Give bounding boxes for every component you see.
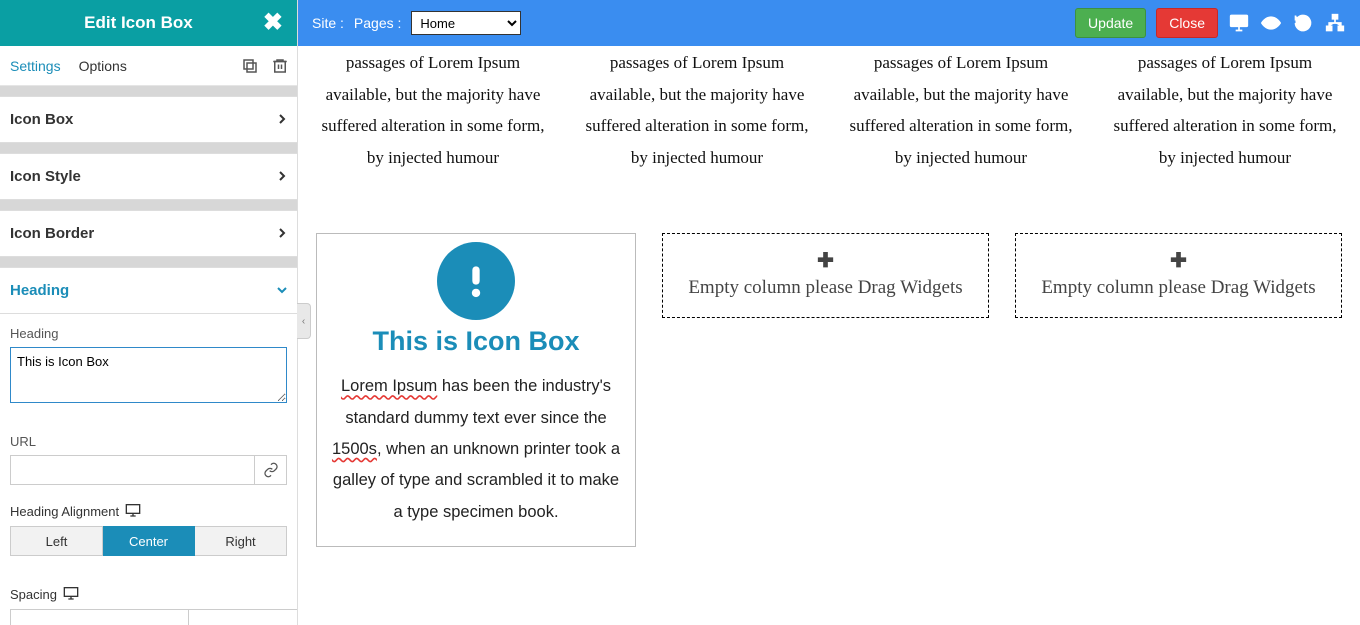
empty-column-text: Empty column please Drag Widgets xyxy=(1028,277,1329,299)
sidebar-header: Edit Icon Box ✖ xyxy=(0,0,297,46)
site-label: Site : xyxy=(312,15,344,31)
accordion-heading[interactable]: Heading xyxy=(0,267,297,314)
sidebar-tabs: Settings Options xyxy=(0,46,297,86)
canvas[interactable]: There are many variations of passages of… xyxy=(298,46,1360,625)
align-left-button[interactable]: Left xyxy=(10,526,103,556)
pages-select[interactable]: Home xyxy=(411,11,521,35)
desktop-icon xyxy=(63,586,79,603)
tab-options[interactable]: Options xyxy=(77,48,129,84)
accordion-heading-body: Heading URL Heading Alignment Left Cente… xyxy=(0,314,297,625)
underlined-text: 1500s xyxy=(332,440,377,458)
iconbox-description: Lorem Ipsum has been the industry's stan… xyxy=(327,371,625,528)
spacing-input-1[interactable] xyxy=(10,609,189,625)
panel-scroll[interactable]: Icon Box Icon Style Icon Border Heading … xyxy=(0,86,297,625)
accordion-label: Icon Style xyxy=(10,168,81,185)
topbar: Site : Pages : Home Update Close xyxy=(298,0,1360,46)
accordion-icon-border[interactable]: Icon Border xyxy=(0,210,297,257)
alignment-segment: Left Center Right xyxy=(10,526,287,556)
spacing-label: Spacing xyxy=(10,586,287,603)
exclamation-circle-icon xyxy=(437,242,515,320)
pages-label: Pages : xyxy=(354,15,401,31)
heading-input[interactable] xyxy=(10,347,287,403)
url-field-label: URL xyxy=(10,434,287,449)
sidebar: Edit Icon Box ✖ Settings Options Icon Bo… xyxy=(0,0,298,625)
lorem-column[interactable]: There are many variations of passages of… xyxy=(1108,46,1342,173)
accordion-label: Icon Border xyxy=(10,225,94,242)
row-lorem-4col: There are many variations of passages of… xyxy=(316,46,1342,173)
topbar-right: Update Close xyxy=(1075,8,1346,38)
chevron-right-icon xyxy=(277,225,287,242)
update-button[interactable]: Update xyxy=(1075,8,1146,38)
desktop-view-icon[interactable] xyxy=(1228,12,1250,34)
sitemap-icon[interactable] xyxy=(1324,12,1346,34)
desktop-icon xyxy=(125,503,141,520)
spacing-input-2[interactable] xyxy=(189,609,297,625)
close-panel-icon[interactable]: ✖ xyxy=(263,11,283,35)
accordion-label: Icon Box xyxy=(10,111,73,128)
iconbox-title: This is Icon Box xyxy=(327,326,625,357)
accordion-icon-box[interactable]: Icon Box xyxy=(0,96,297,143)
empty-column-dropzone[interactable]: ✚ Empty column please Drag Widgets xyxy=(662,233,989,318)
empty-column-dropzone[interactable]: ✚ Empty column please Drag Widgets xyxy=(1015,233,1342,318)
chevron-down-icon xyxy=(277,282,287,299)
alignment-label: Heading Alignment xyxy=(10,503,287,520)
copy-icon[interactable] xyxy=(241,57,259,75)
lorem-column[interactable]: There are many variations of passages of… xyxy=(316,46,550,173)
accordion-label: Heading xyxy=(10,282,69,299)
topbar-left: Site : Pages : Home xyxy=(312,11,521,35)
close-button[interactable]: Close xyxy=(1156,8,1218,38)
tab-settings[interactable]: Settings xyxy=(8,48,63,84)
align-center-button[interactable]: Center xyxy=(103,526,195,556)
heading-field-label: Heading xyxy=(10,326,287,341)
chevron-right-icon xyxy=(277,111,287,128)
plus-icon: ✚ xyxy=(1028,248,1329,273)
underlined-text: Lorem Ipsum xyxy=(341,377,437,395)
accordion-icon-style[interactable]: Icon Style xyxy=(0,153,297,200)
iconbox-widget[interactable]: This is Icon Box Lorem Ipsum has been th… xyxy=(316,233,636,547)
sidebar-collapse-handle[interactable]: ‹ xyxy=(297,303,311,339)
lorem-column[interactable]: There are many variations of passages of… xyxy=(844,46,1078,173)
history-icon[interactable] xyxy=(1292,12,1314,34)
plus-icon: ✚ xyxy=(675,248,976,273)
panel-title: Edit Icon Box xyxy=(14,13,263,33)
align-right-button[interactable]: Right xyxy=(195,526,287,556)
row-iconbox-3col: This is Icon Box Lorem Ipsum has been th… xyxy=(316,233,1342,547)
empty-column-text: Empty column please Drag Widgets xyxy=(675,277,976,299)
eye-icon[interactable] xyxy=(1260,12,1282,34)
trash-icon[interactable] xyxy=(271,57,289,75)
lorem-column[interactable]: There are many variations of passages of… xyxy=(580,46,814,173)
url-input[interactable] xyxy=(10,455,255,485)
link-icon-button[interactable] xyxy=(255,455,287,485)
chevron-right-icon xyxy=(277,168,287,185)
